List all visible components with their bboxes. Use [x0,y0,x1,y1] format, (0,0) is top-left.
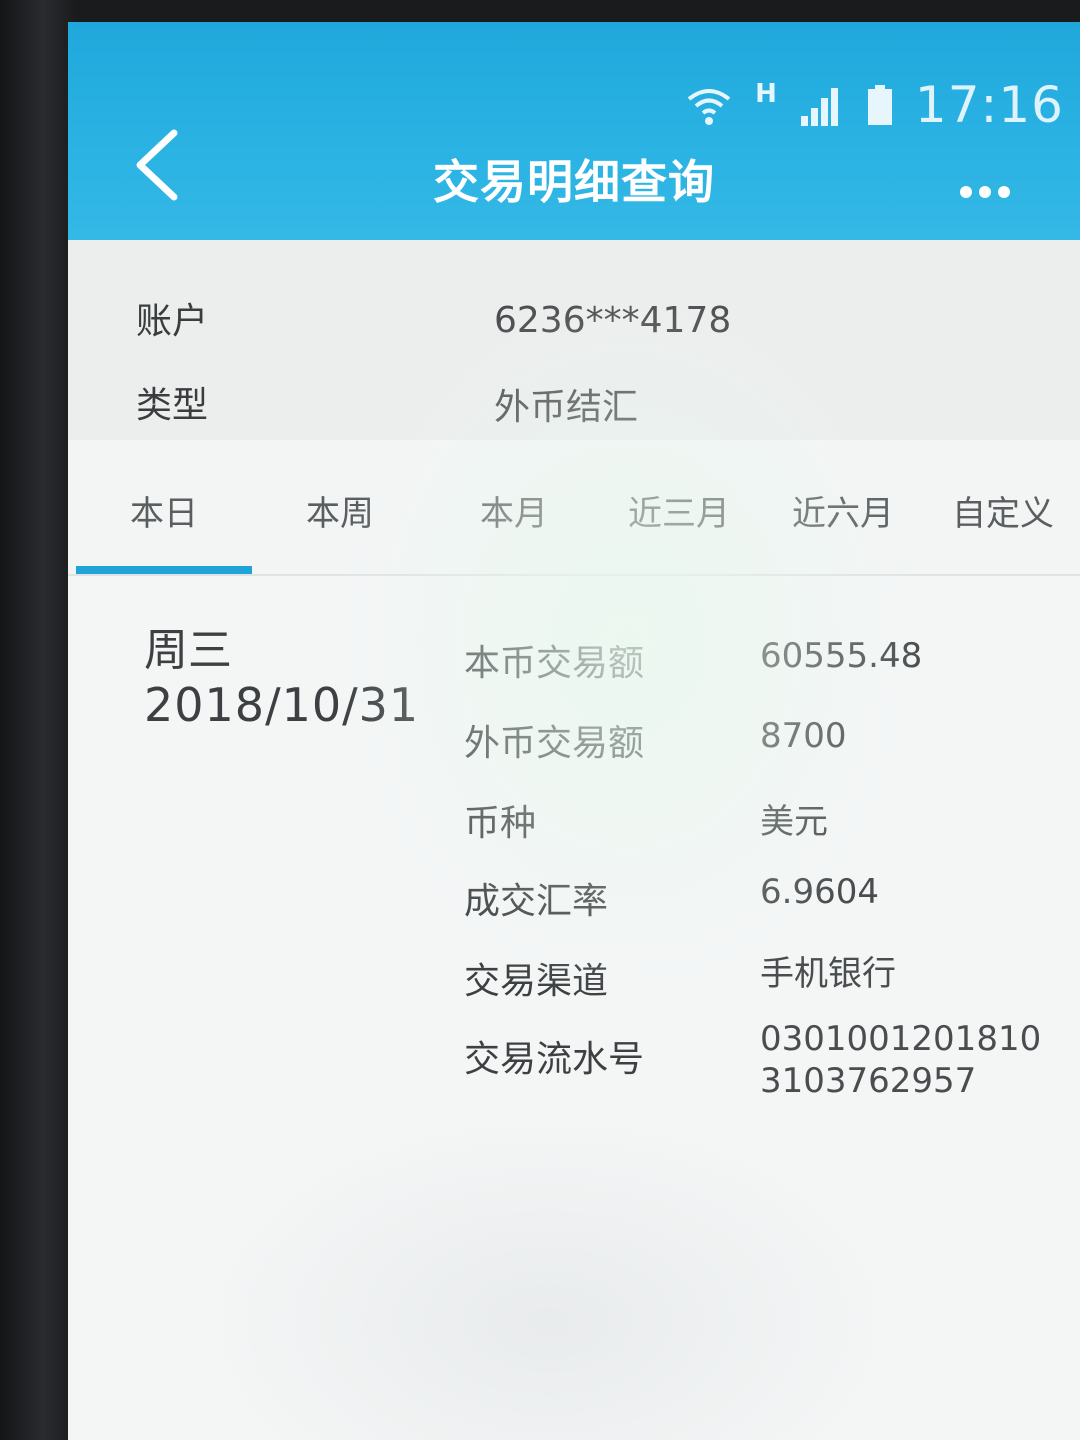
status-time: 17:16 [914,76,1064,134]
currency-value: 美元 [760,802,828,842]
app-bar: H 17:16 交易明细查询 [68,22,1080,240]
tab-this-week[interactable]: 本周 [306,486,374,535]
type-value: 外币结汇 [494,387,639,428]
serial-number-line-1: 0301001201810 [760,1019,1042,1059]
active-tab-indicator [76,566,252,574]
network-type: H [755,79,777,109]
transaction-date: 2018/10/31 [144,678,420,732]
signal-icon [800,88,838,126]
more-dots-icon[interactable] [958,182,1012,202]
foreign-amount-value: 8700 [760,716,847,756]
battery-icon [867,85,892,125]
type-label: 类型 [136,385,209,426]
tab-last-three-months[interactable]: 近三月 [628,486,730,535]
serial-number-line-2: 3103762957 [760,1061,977,1101]
transaction-weekday: 周三 [144,625,232,676]
serial-number-label: 交易流水号 [464,1039,645,1080]
currency-label: 币种 [464,803,537,844]
exchange-rate-label: 成交汇率 [464,881,609,922]
account-label: 账户 [136,301,209,342]
account-number: 6236***4178 [494,300,732,341]
date-range-tabs: 本日 本周 本月 近三月 近六月 自定义 [68,442,1080,576]
wifi-icon [687,89,731,125]
local-amount-label: 本币交易额 [464,643,645,684]
transaction-detail[interactable]: 周三 2018/10/31 本币交易额 60555.48 外币交易额 8700 … [68,578,1080,1440]
exchange-rate-value: 6.9604 [760,872,879,912]
channel-value: 手机银行 [760,954,896,994]
tab-custom[interactable]: 自定义 [952,486,1054,535]
account-info: 账户 6236***4178 类型 外币结汇 [68,240,1080,440]
tab-today[interactable]: 本日 [130,486,198,535]
serial-number-value: 0301001201810 3103762957 [760,1018,1041,1102]
channel-label: 交易渠道 [464,961,609,1002]
foreign-amount-label: 外币交易额 [464,723,645,764]
tab-last-six-months[interactable]: 近六月 [792,486,894,535]
screen: H 17:16 交易明细查询 账户 6236***4178 类型 外币结汇 本日… [68,22,1080,1440]
status-bar: H 17:16 [685,70,1064,140]
page-title: 交易明细查询 [433,155,715,209]
local-amount-value: 60555.48 [760,636,923,676]
tab-this-month[interactable]: 本月 [480,486,548,535]
